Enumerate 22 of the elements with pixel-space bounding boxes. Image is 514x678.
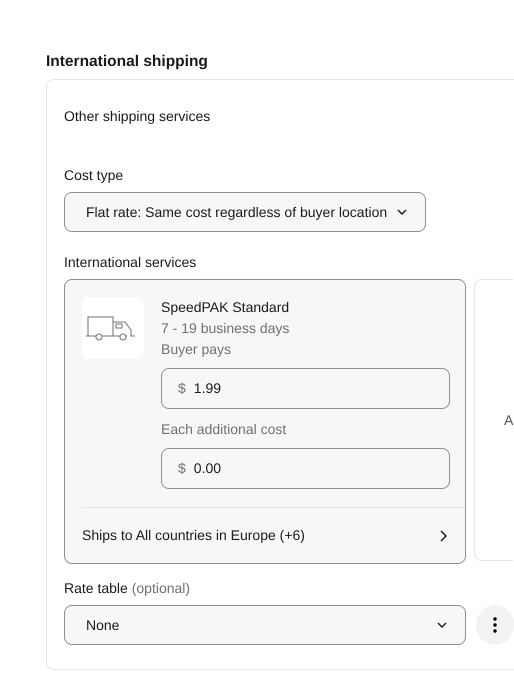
chevron-right-icon: [440, 530, 447, 542]
payer-text: Buyer pays: [161, 340, 232, 360]
card-title: Other shipping services: [64, 107, 212, 126]
cost-field[interactable]: $ 1.99: [161, 368, 450, 410]
card-text: A: [504, 410, 513, 430]
rate-table-select[interactable]: None: [64, 605, 466, 646]
field-label: Cost type: [64, 166, 124, 186]
truck-icon: [82, 297, 144, 360]
service-name: SpeedPAK Standard: [161, 298, 290, 318]
field-label: Each additional cost: [161, 420, 288, 440]
chevron-down-icon: [397, 209, 408, 216]
more-icon: [493, 617, 497, 634]
field-label: Rate table: [64, 580, 128, 596]
cost-type-select[interactable]: Flat rate: Same cost regardless of buyer location: [64, 192, 426, 232]
chevron-down-icon: [437, 622, 447, 628]
optional-hint: (optional): [132, 580, 190, 596]
field-label: International services: [64, 253, 198, 272]
section-heading: International shipping: [46, 52, 209, 72]
more-options-button[interactable]: [476, 605, 514, 646]
delivery-time: 7 - 19 business days: [161, 319, 290, 338]
ships-to-link[interactable]: Ships to All countries in Europe (+6): [82, 507, 465, 564]
cost-field[interactable]: $ 0.00: [161, 448, 450, 490]
